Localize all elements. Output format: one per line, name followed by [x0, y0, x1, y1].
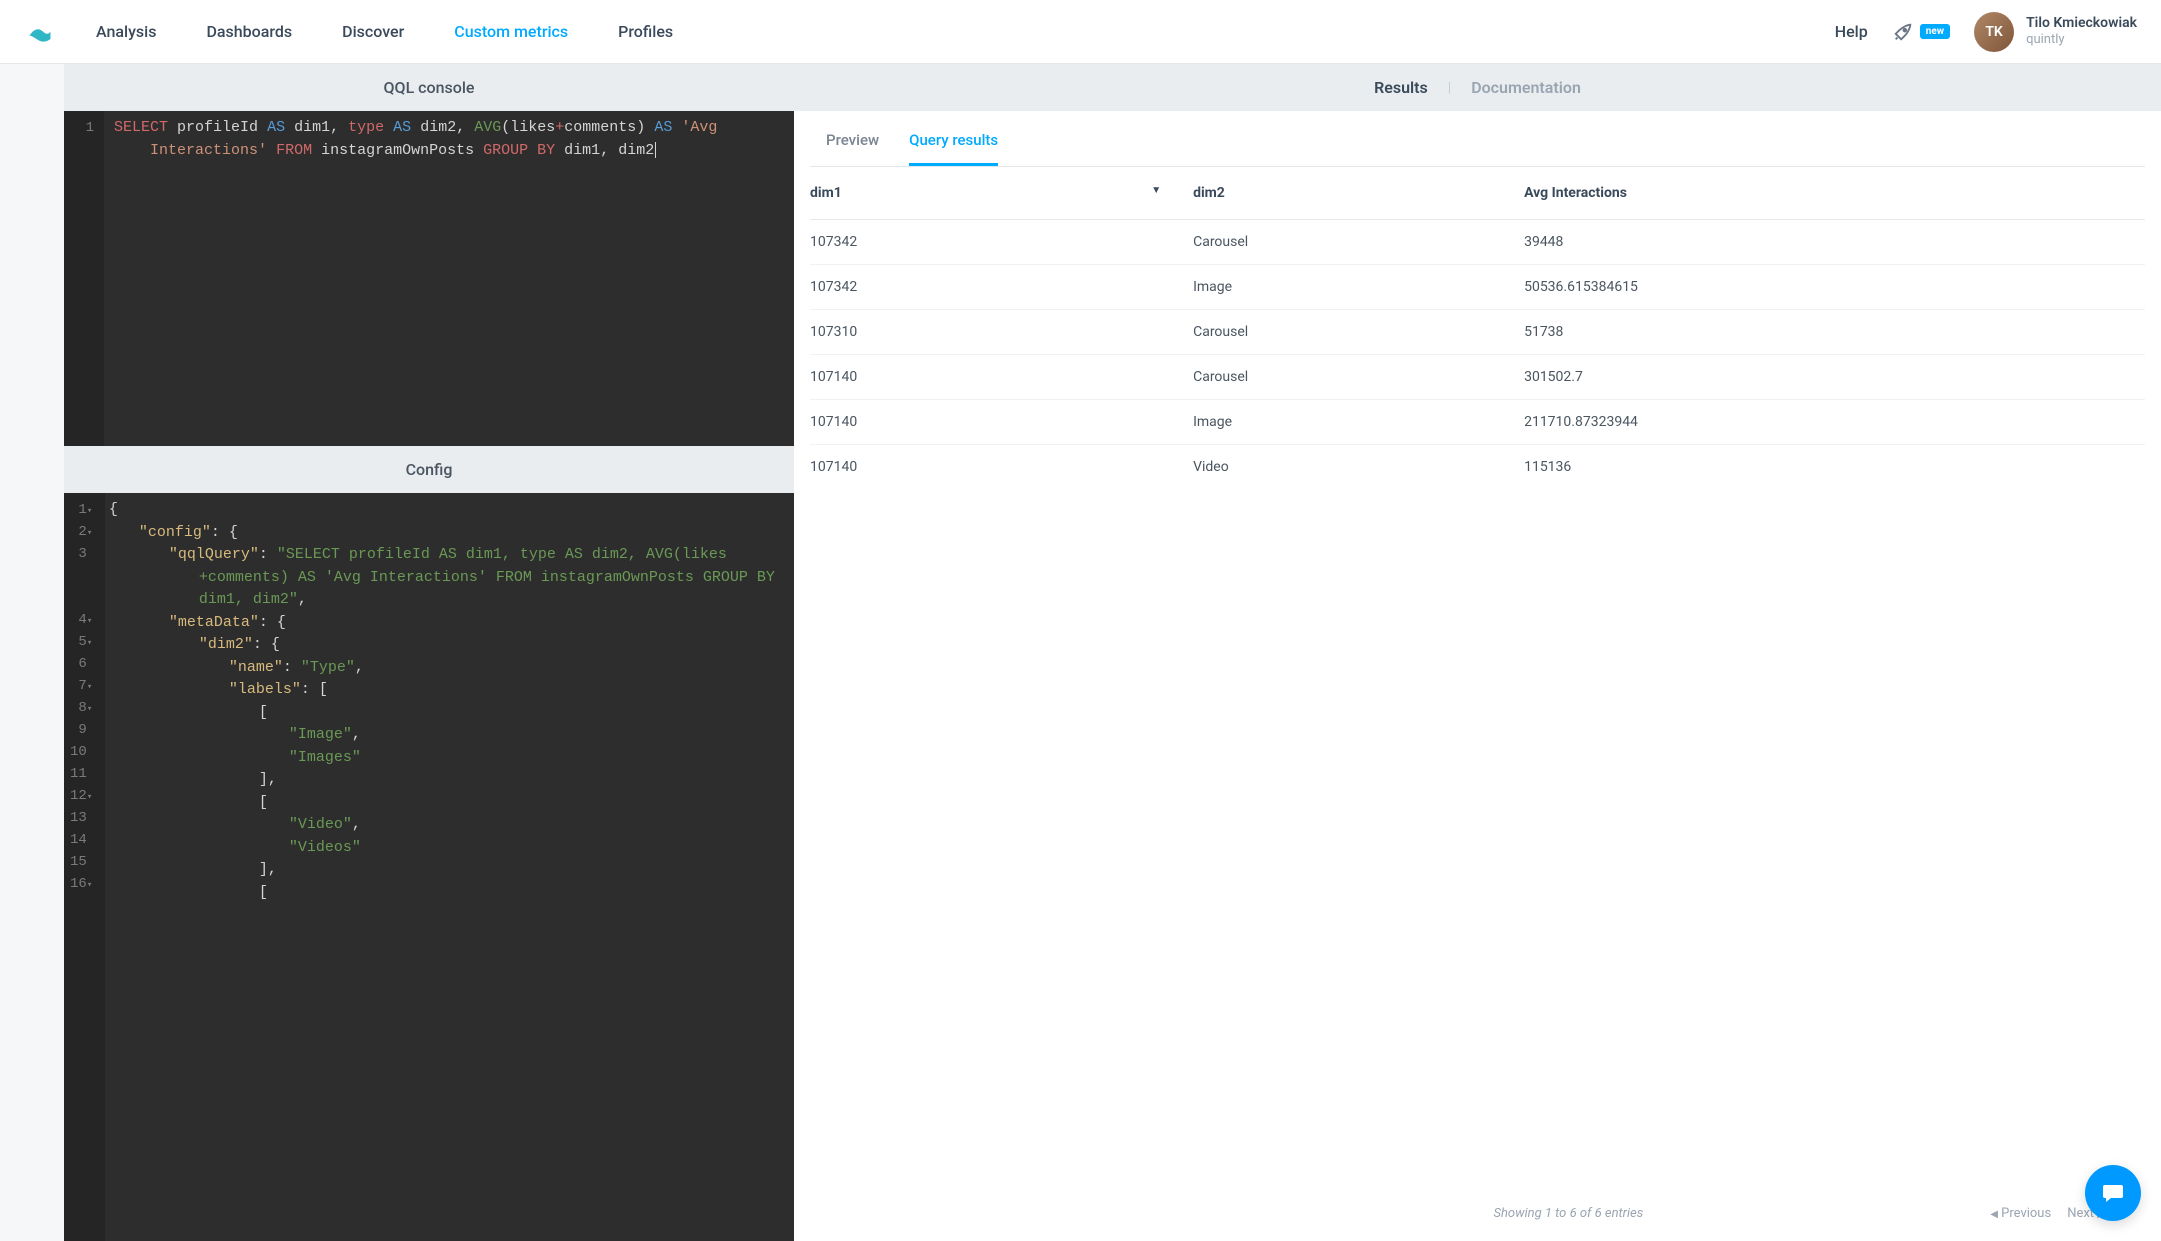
table-row: 107140Carousel301502.7	[810, 355, 2145, 400]
sort-caret-icon: ▼	[1151, 185, 1161, 196]
subtab-preview[interactable]: Preview	[826, 131, 879, 166]
col-avg-interactions[interactable]: Avg Interactions	[1524, 167, 2145, 220]
qql-panel-header: QQL console	[64, 64, 794, 111]
whats-new-button[interactable]: new	[1892, 21, 1950, 43]
nav-links: Analysis Dashboards Discover Custom metrics…	[96, 22, 1835, 41]
table-row: 107140Image211710.87323944	[810, 400, 2145, 445]
config-panel-header: Config	[64, 446, 794, 493]
new-badge: new	[1920, 24, 1950, 39]
subtab-query-results[interactable]: Query results	[909, 131, 998, 166]
col-dim2[interactable]: dim2	[1193, 167, 1524, 220]
table-footer-status: Showing 1 to 6 of 6 entries	[1494, 1206, 1644, 1221]
col-dim1[interactable]: dim1▼	[810, 167, 1193, 220]
nav-link-analysis[interactable]: Analysis	[96, 22, 156, 41]
chat-launcher[interactable]	[2085, 1165, 2141, 1221]
table-row: 107310Carousel51738	[810, 310, 2145, 355]
help-link[interactable]: Help	[1835, 22, 1868, 41]
user-org: quintly	[2026, 32, 2137, 48]
nav-link-discover[interactable]: Discover	[342, 22, 404, 41]
user-name: Tilo Kmieckowiak	[2026, 15, 2137, 32]
nav-link-custom-metrics[interactable]: Custom metrics	[454, 22, 568, 41]
config-editor[interactable]: 1 ▾2 ▾3 4 ▾5 ▾67 ▾8 ▾9101112 ▾13141516 ▾…	[64, 493, 794, 1241]
results-header: Results | Documentation	[794, 64, 2161, 111]
brand-logo[interactable]	[24, 16, 56, 48]
tab-results[interactable]: Results	[1374, 78, 1428, 97]
qql-editor[interactable]: 1 SELECT profileId AS dim1, type AS dim2…	[64, 111, 794, 446]
top-nav: Analysis Dashboards Discover Custom metrics…	[0, 0, 2161, 64]
nav-link-dashboards[interactable]: Dashboards	[206, 22, 292, 41]
avatar: TK	[1974, 12, 2014, 52]
pager-prev[interactable]: ◀ Previous	[1990, 1206, 2051, 1221]
table-row: 107342Image50536.615384615	[810, 265, 2145, 310]
results-table: dim1▼dim2Avg Interactions 107342Carousel…	[810, 167, 2145, 489]
nav-link-profiles[interactable]: Profiles	[618, 22, 673, 41]
table-row: 107140Video115136	[810, 445, 2145, 490]
tab-documentation[interactable]: Documentation	[1471, 78, 1581, 97]
rocket-icon	[1892, 21, 1914, 43]
user-menu[interactable]: TK Tilo Kmieckowiak quintly	[1974, 12, 2137, 52]
pager: ◀ Previous Next ▶	[1990, 1206, 2105, 1221]
table-row: 107342Carousel39448	[810, 220, 2145, 265]
